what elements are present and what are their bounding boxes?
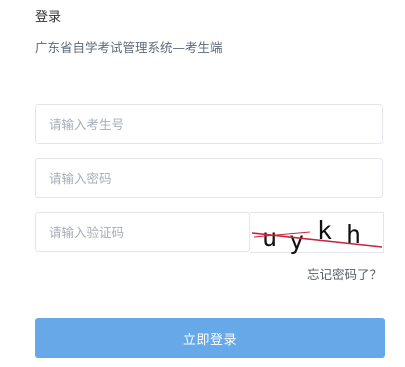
captcha-input[interactable] (36, 213, 249, 251)
captcha-char-1: u (262, 223, 277, 252)
password-input[interactable] (36, 159, 382, 197)
exam-number-field[interactable] (35, 104, 383, 144)
password-field[interactable] (35, 158, 383, 198)
forgot-password-link[interactable]: 忘记密码了？ (307, 266, 382, 284)
system-subtitle: 广东省自学考试管理系统—考生端 (35, 40, 223, 55)
page-title: 登录 (35, 10, 62, 25)
exam-number-input[interactable] (36, 105, 382, 143)
login-button[interactable]: 立即登录 (35, 318, 385, 358)
captcha-graphic: u y k h (251, 216, 383, 254)
captcha-char-2: y (289, 226, 304, 254)
captcha-field[interactable] (35, 212, 250, 252)
captcha-image[interactable]: u y k h (250, 212, 384, 254)
